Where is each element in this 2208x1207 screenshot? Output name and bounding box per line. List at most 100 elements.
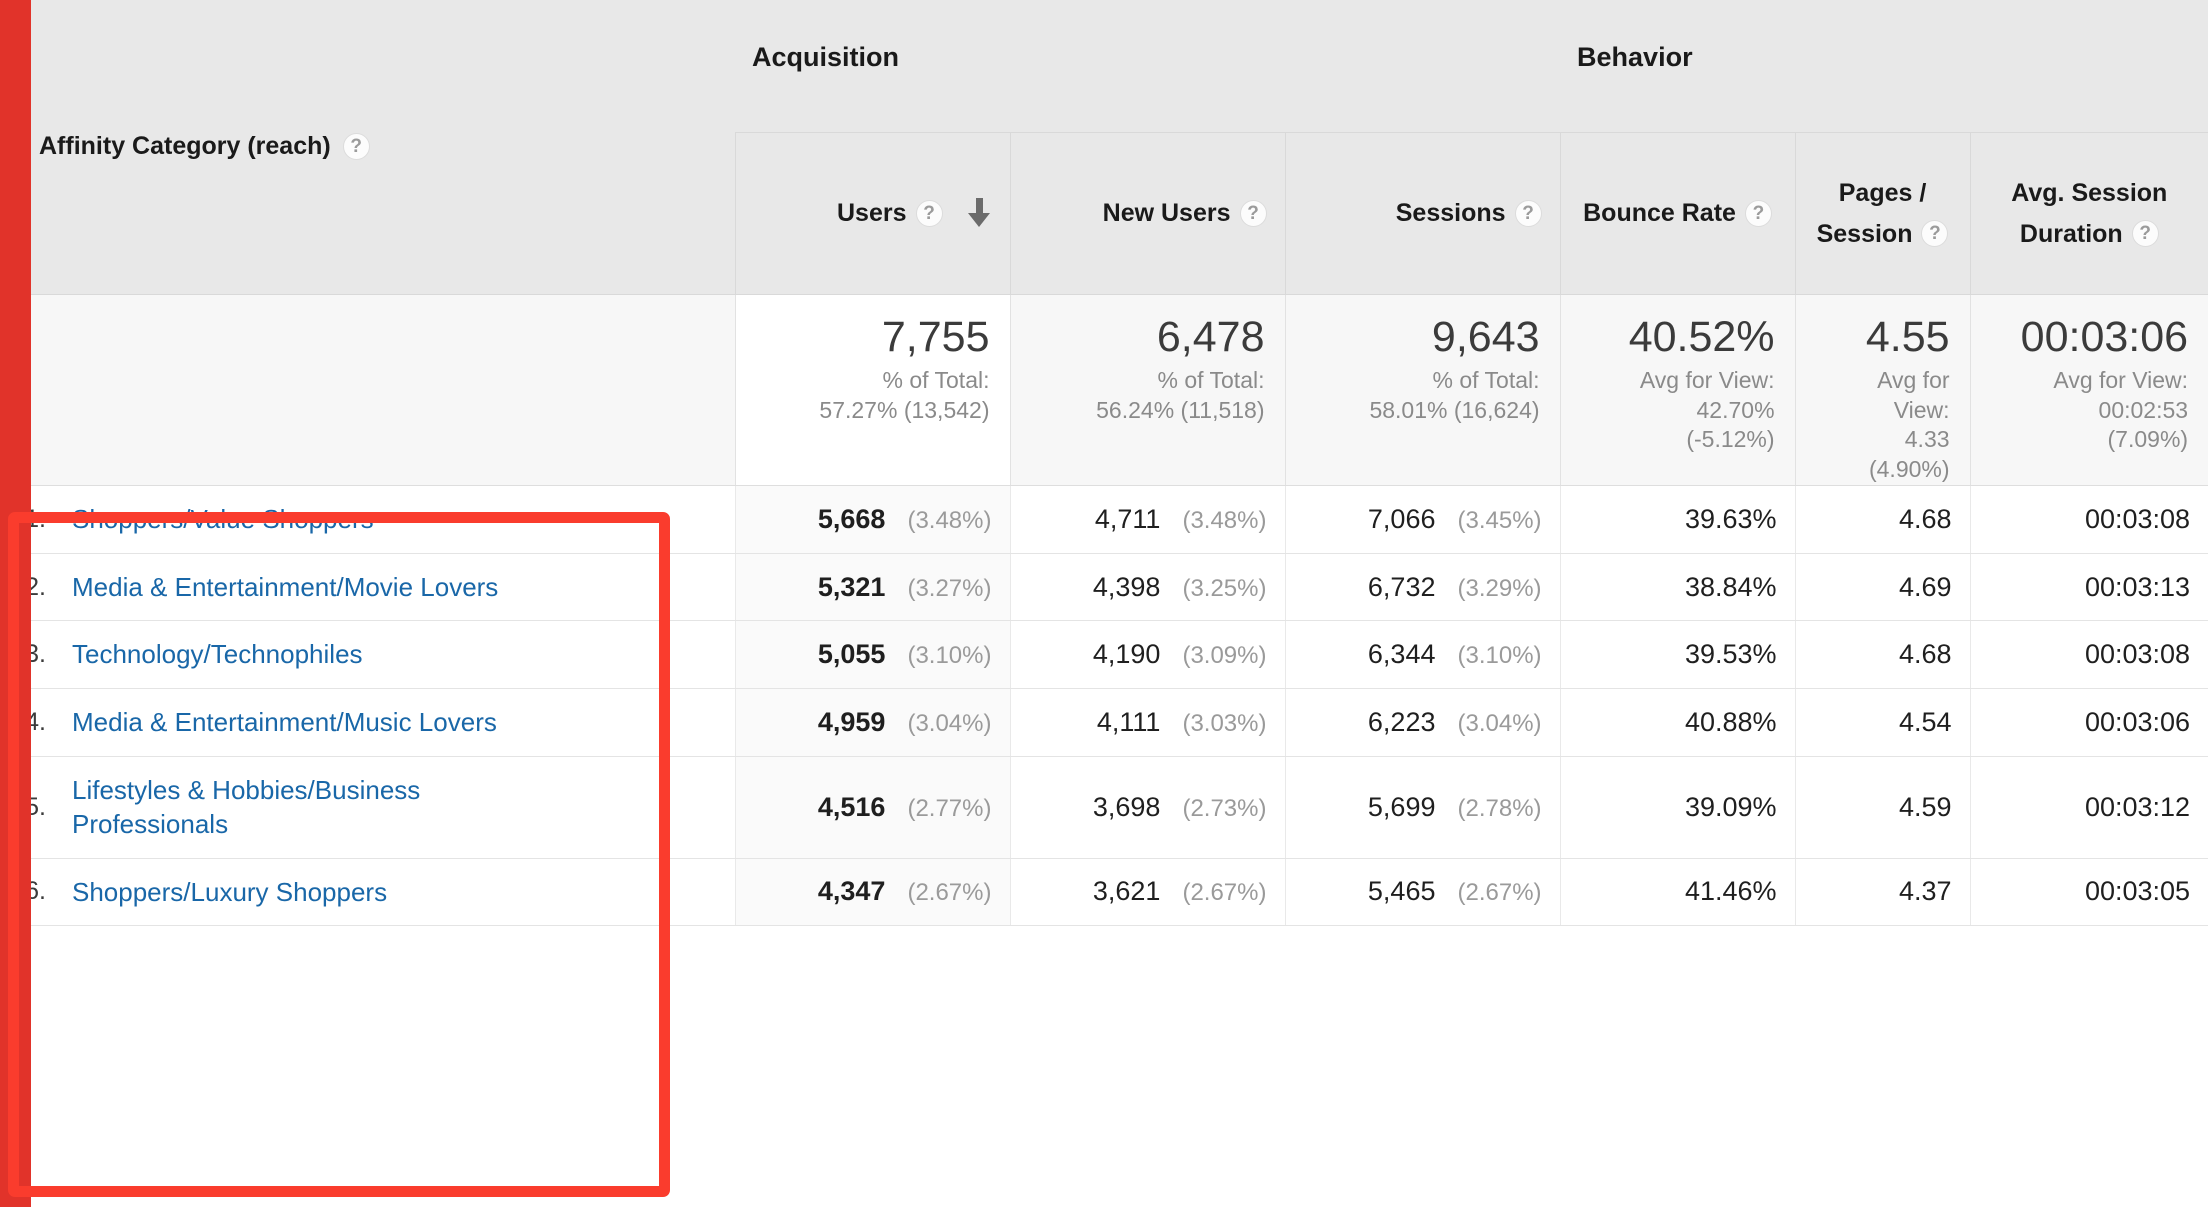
column-header-avg-session-duration[interactable]: Avg. Session Duration ? [1969,132,2208,295]
row-bounce-rate-value: 41.46% [1684,876,1777,907]
row-avg-duration-cell: 00:03:06 [1969,688,2208,757]
totals-bounce-rate-value: 40.52% [1628,312,1775,361]
row-users-value: 5,321 [817,571,886,602]
row-avg-duration-value: 00:03:08 [2084,504,2191,534]
row-new-users-cell: 4,111 (3.03%) [1009,688,1285,757]
help-circle-icon[interactable]: ? [2131,220,2159,247]
totals-pages-session-cell: 4.55 Avg for View: 4.33 (4.90%) [1794,294,1971,487]
table-row: 4. Media & Entertainment/Music Lovers 4,95… [0,688,2208,757]
row-bounce-rate-cell: 39.63% [1559,485,1796,554]
help-circle-icon[interactable]: ? [1921,220,1949,247]
analytics-report-page: Affinity Category (reach) ? Acquisition … [0,0,2208,1207]
row-category-link[interactable]: Technology/Technophiles [72,637,363,672]
row-spacer-cell [645,620,735,689]
affinity-category-table: Affinity Category (reach) ? Acquisition … [0,0,2208,927]
totals-pages-session-sub3: 4.33 [1904,426,1950,453]
table-row: 6. Shoppers/Luxury Shoppers 4,347 (2.67%) 3,… [0,858,2208,927]
row-avg-duration-value: 00:03:13 [2084,571,2191,602]
table-row: 1. Shoppers/Value Shoppers 5,668 (3.48%) 4,7… [0,485,2208,554]
totals-pages-session-value: 4.55 [1865,312,1950,361]
column-header-pages-session[interactable]: Pages / Session ? [1794,132,1971,295]
help-circle-icon[interactable]: ? [1514,199,1542,227]
row-pages-session-value: 4.54 [1898,706,1952,737]
row-new-users-percent: (3.09%) [1182,642,1267,670]
help-circle-icon[interactable]: ? [915,199,943,227]
totals-row: 7,755 % of Total: 57.27% (13,542) 6,478 … [0,294,2208,487]
totals-bounce-rate-sub3: (-5.12%) [1686,426,1775,453]
totals-bounce-rate-sub1: Avg for View: [1639,366,1775,393]
spacer-header-cell [645,0,735,132]
row-bounce-rate-cell: 39.53% [1559,620,1796,689]
totals-avg-duration-cell: 00:03:06 Avg for View: 00:02:53 (7.09%) [1969,294,2208,487]
group-header-behavior: Behavior [1560,0,2208,133]
row-pages-session-value: 4.68 [1898,504,1952,534]
help-circle-icon[interactable]: ? [342,133,370,161]
totals-users-value: 7,755 [881,312,990,361]
row-new-users-percent: (3.25%) [1182,574,1267,602]
row-new-users-value: 3,698 [1092,791,1161,822]
sort-descending-arrow-icon[interactable] [966,198,992,228]
row-avg-duration-value: 00:03:05 [2084,876,2191,907]
totals-avg-duration-sub2: 00:02:53 [2098,396,2189,423]
row-category-link[interactable]: Media & Entertainment/Movie Lovers [72,570,498,605]
row-new-users-value: 3,621 [1092,876,1161,907]
table-row: 3. Technology/Technophiles 5,055 (3.10%) 4,1… [0,620,2208,689]
row-sessions-value: 5,465 [1367,876,1436,907]
row-sessions-value: 6,344 [1367,639,1436,670]
totals-dimension-cell [0,294,645,487]
row-category-link[interactable]: Media & Entertainment/Music Lovers [72,705,497,740]
row-avg-duration-cell: 00:03:05 [1969,858,2208,927]
totals-spacer-cell [645,294,735,487]
column-header-pages-session-label-line2: Session [1816,219,1913,248]
totals-pages-session-sub1: Avg for [1877,366,1950,393]
row-pages-session-value: 4.69 [1898,571,1952,602]
row-pages-session-cell: 4.68 [1794,485,1971,554]
row-sessions-percent: (2.78%) [1457,794,1542,822]
row-bounce-rate-value: 39.53% [1684,639,1777,670]
row-category-link[interactable]: Shoppers/Value Shoppers [72,502,374,537]
row-new-users-cell: 3,621 (2.67%) [1009,858,1285,927]
row-category-link[interactable]: Shoppers/Luxury Shoppers [72,875,387,910]
column-header-users[interactable]: Users ? [734,132,1010,295]
row-avg-duration-cell: 00:03:08 [1969,485,2208,554]
group-header-acquisition: Acquisition [735,0,1561,133]
spacer-metric-header-cell [645,132,735,295]
row-spacer-cell [645,756,735,859]
row-users-percent: (3.48%) [907,507,992,534]
totals-new-users-cell: 6,478 % of Total: 56.24% (11,518) [1009,294,1285,487]
row-users-percent: (3.10%) [907,642,992,670]
totals-pages-session-sub4: (4.90%) [1868,456,1950,483]
row-users-percent: (3.27%) [907,574,992,602]
row-new-users-value: 4,398 [1092,571,1161,602]
row-users-cell: 4,959 (3.04%) [734,688,1010,757]
totals-avg-duration-sub1: Avg for View: [2053,366,2189,393]
group-header-row: Affinity Category (reach) ? Acquisition … [0,0,2208,295]
row-pages-session-value: 4.37 [1898,876,1952,907]
help-circle-icon[interactable]: ? [1239,199,1267,227]
row-category-link[interactable]: Lifestyles & Hobbies/Business Profession… [72,773,572,842]
column-header-bounce-rate-label: Bounce Rate [1583,199,1736,227]
dimension-header-cell[interactable]: Affinity Category (reach) ? [0,0,645,295]
help-circle-icon[interactable]: ? [1744,199,1772,227]
row-new-users-value: 4,111 [1096,706,1161,737]
column-header-users-label: Users [837,199,907,227]
row-bounce-rate-value: 38.84% [1684,571,1777,602]
column-header-bounce-rate[interactable]: Bounce Rate ? [1559,132,1796,295]
row-users-value: 4,959 [817,706,886,737]
totals-new-users-value: 6,478 [1156,312,1265,361]
row-new-users-cell: 3,698 (2.73%) [1009,756,1285,859]
row-users-value: 4,516 [817,791,886,822]
row-pages-session-cell: 4.37 [1794,858,1971,927]
row-users-cell: 4,516 (2.77%) [734,756,1010,859]
row-sessions-percent: (3.10%) [1457,642,1542,670]
table-row: 2. Media & Entertainment/Movie Lovers 5,32… [0,553,2208,622]
column-header-new-users[interactable]: New Users ? [1009,132,1285,295]
row-users-percent: (2.77%) [907,794,992,822]
row-spacer-cell [645,485,735,554]
row-bounce-rate-value: 39.09% [1684,791,1777,822]
row-new-users-percent: (2.73%) [1182,794,1267,822]
row-users-cell: 5,055 (3.10%) [734,620,1010,689]
column-header-sessions[interactable]: Sessions ? [1284,132,1561,295]
totals-new-users-sub2: 56.24% (11,518) [1096,396,1265,423]
row-dimension-cell: 5. Lifestyles & Hobbies/Business Professi… [0,756,645,859]
